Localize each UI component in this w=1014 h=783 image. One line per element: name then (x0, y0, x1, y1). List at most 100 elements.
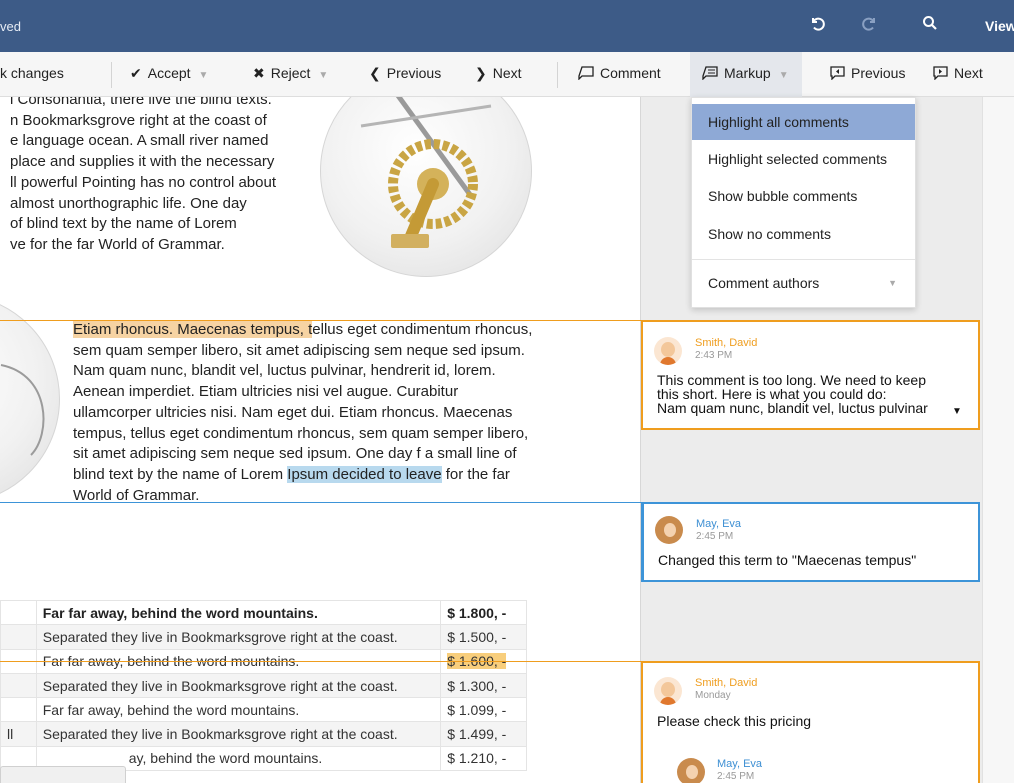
previous-comment-icon (829, 65, 845, 81)
avatar (654, 337, 682, 365)
table-cell (0, 672, 37, 699)
next-comment-label: Next (954, 65, 983, 81)
paragraph-line: of blind text by the name of Lorem (10, 215, 237, 233)
table-row: Separated they live in Bookmarksgrove ri… (0, 624, 527, 650)
next-change-button[interactable]: ❯ Next (475, 65, 522, 82)
previous-comment-label: Previous (851, 65, 906, 81)
reply-time: 2:45 PM (717, 771, 755, 782)
table-row: ll Separated they live in Bookmarksgrove… (0, 721, 527, 747)
comment-text-line: Nam quam nunc, blandit vel, luctus pulvi… (657, 400, 928, 416)
table-row: Separated they live in Bookmarksgrove ri… (0, 672, 527, 699)
comment-card[interactable]: May, Eva 2:45 PM Changed this term to "M… (641, 502, 980, 582)
chevron-down-icon[interactable]: ▼ (318, 70, 328, 81)
avatar (655, 516, 683, 544)
previous-label: Previous (386, 65, 442, 81)
menu-item-highlight-selected[interactable]: Highlight selected comments (692, 141, 915, 177)
highlighted-text-blue[interactable]: Ipsum decided to leave (287, 465, 442, 483)
page-tab[interactable] (0, 766, 126, 783)
table-cell: ll (0, 721, 37, 747)
table-row: Far far away, behind the word mountains.… (0, 599, 527, 626)
comment-card[interactable]: Smith, David 2:43 PM This comment is too… (641, 320, 980, 430)
markup-button[interactable]: Markup ▼ (702, 65, 789, 81)
table-cell: Separated they live in Bookmarksgrove ri… (35, 624, 442, 650)
paragraph-line: place and supplies it with the necessary (10, 153, 275, 171)
table-cell (0, 624, 37, 650)
paragraph-1: i Consonantia, there live the blind text… (10, 97, 310, 256)
next-comment-icon (932, 65, 948, 81)
bicycle-crank-image (320, 97, 532, 277)
comment-text: Please check this pricing (657, 713, 812, 729)
chevron-down-icon: ▼ (778, 70, 789, 81)
document-page[interactable]: i Consonantia, there live the blind text… (0, 97, 640, 783)
table-row: Far far away, behind the word mountains.… (0, 697, 527, 723)
menu-item-highlight-all[interactable]: Highlight all comments (692, 104, 915, 140)
next-comment-button[interactable]: Next (932, 65, 983, 81)
menu-item-comment-authors[interactable]: Comment authors ▼ (692, 265, 915, 301)
paragraph-text: ellus eget condimentum rhoncus, sem quam… (73, 321, 533, 483)
side-circle-image (0, 294, 60, 504)
comment-author: Smith, David (695, 337, 758, 349)
x-icon: ✖ (253, 65, 265, 81)
redo-button[interactable] (862, 15, 878, 31)
comment-text: This comment is too long. We need to kee… (657, 373, 977, 416)
sidebar-scroll-area[interactable] (982, 97, 1014, 783)
table-cell: $ 1.300, - (440, 672, 527, 699)
comment-time: Monday (695, 690, 731, 701)
markup-icon (702, 65, 718, 81)
menu-item-show-bubble[interactable]: Show bubble comments (692, 178, 915, 214)
undo-button[interactable] (809, 15, 825, 31)
toolbar-divider (111, 62, 112, 88)
markup-label: Markup (724, 65, 771, 81)
undo-icon (812, 17, 825, 31)
comment-connector-line (0, 502, 641, 503)
table-cell: $ 1.210, - (440, 745, 527, 772)
search-button[interactable] (922, 15, 938, 31)
accept-label: Accept (147, 65, 191, 81)
toolbar-divider (557, 62, 558, 88)
paragraph-line: ll powerful Pointing has no control abou… (10, 173, 277, 191)
new-comment-button[interactable]: Comment (578, 65, 661, 81)
comment-card[interactable]: Smith, David Monday Please check this pr… (641, 661, 980, 783)
previous-comment-button[interactable]: Previous (829, 65, 905, 81)
menu-item-show-none[interactable]: Show no comments (692, 216, 915, 252)
chevron-left-icon: ❮ (369, 65, 381, 81)
chevron-right-icon: ❯ (475, 65, 487, 81)
previous-change-button[interactable]: ❮ Previous (369, 65, 441, 82)
table-cell (0, 599, 37, 626)
track-changes-button[interactable]: k changes (0, 65, 64, 81)
table-cell: Far far away, behind the word mountains. (35, 599, 442, 626)
comment-connector-line (0, 661, 641, 662)
paragraph-line: e language ocean. A small river named (10, 132, 269, 150)
paragraph-2: Etiam rhoncus. Maecenas tempus, tellus e… (73, 320, 533, 506)
reject-label: Reject (270, 65, 311, 81)
document-save-status: ved (0, 19, 21, 34)
chevron-down-icon: ▼ (888, 278, 897, 288)
comment-text: Changed this term to "Maecenas tempus" (658, 552, 917, 568)
comment-time: 2:45 PM (696, 531, 734, 542)
search-icon (923, 16, 937, 30)
expand-arrow-icon[interactable]: ▼ (952, 406, 962, 417)
table-cell (0, 697, 37, 723)
table-cell: Separated they live in Bookmarksgrove ri… (35, 721, 442, 747)
comment-author: Smith, David (695, 677, 758, 689)
highlighted-text-orange[interactable]: Etiam rhoncus. Maecenas tempus, t (73, 321, 313, 338)
next-label: Next (492, 65, 522, 81)
table-cell: Far far away, behind the word mountains. (35, 697, 442, 723)
review-toolbar: k changes ✔ Accept ▼ ✖ Reject ▼ ❮ Previous ❯ N… (0, 52, 1014, 97)
comment-label: Comment (600, 65, 661, 81)
accept-button[interactable]: ✔ Accept ▼ (130, 65, 208, 82)
track-changes-label: k changes (0, 65, 64, 81)
comment-text-line: this short. Here is what you could do: (657, 386, 887, 402)
avatar (677, 758, 705, 783)
table-cell: Separated they live in Bookmarksgrove ri… (35, 672, 442, 699)
chevron-down-icon[interactable]: ▼ (199, 70, 209, 81)
comment-author: May, Eva (696, 518, 742, 530)
comment-connector-line (0, 320, 641, 321)
view-menu[interactable]: View (985, 18, 1014, 34)
reject-button[interactable]: ✖ Reject ▼ (253, 65, 328, 82)
title-bar: ved View (0, 0, 1014, 52)
paragraph-line: almost unorthographic life. One day (10, 194, 247, 212)
table-cell: $ 1.499, - (440, 721, 527, 747)
pricing-table: Far far away, behind the word mountains.… (0, 599, 527, 772)
paragraph-line: n Bookmarksgrove right at the coast of (10, 111, 267, 129)
